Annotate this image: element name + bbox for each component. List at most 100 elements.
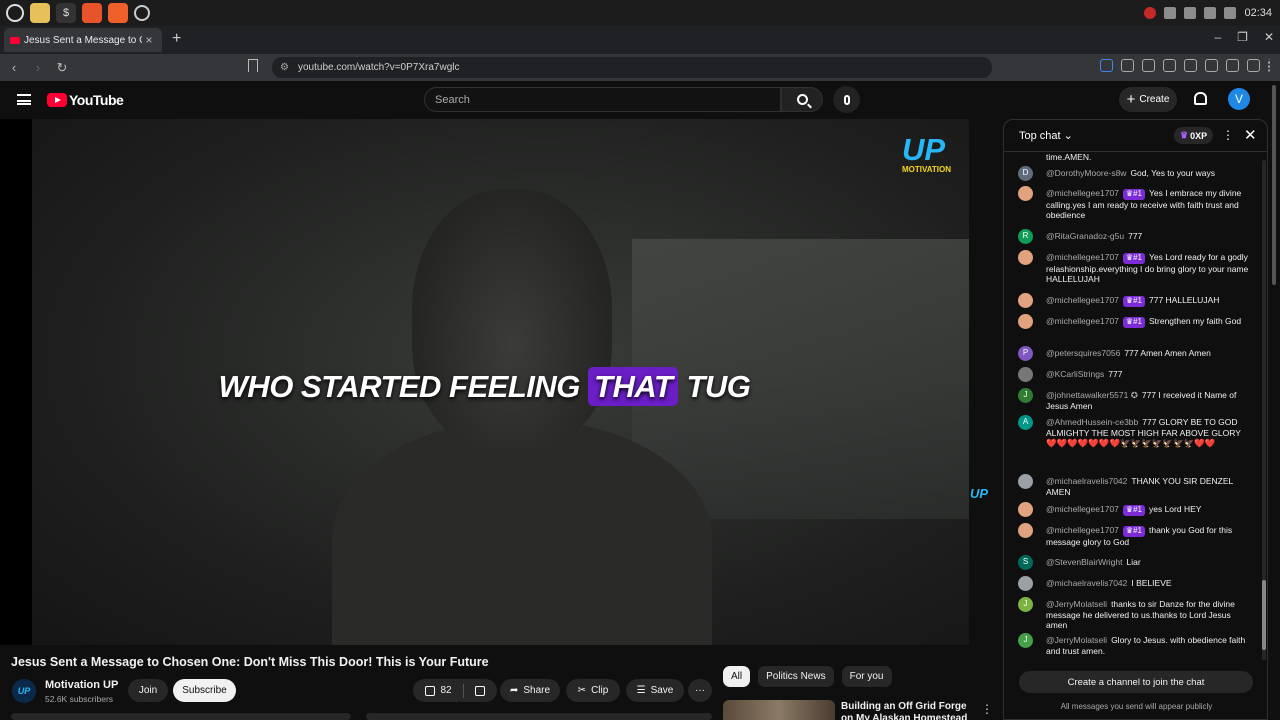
chat-author-name[interactable]: @michaelravelis7042 bbox=[1046, 578, 1127, 588]
chat-menu-icon[interactable]: ⋮ bbox=[1222, 128, 1234, 142]
reload-icon[interactable]: ↻ bbox=[52, 60, 72, 76]
chat-author-name[interactable]: @AhmedHussein-ce3bb bbox=[1046, 417, 1138, 427]
firefox-icon[interactable] bbox=[82, 3, 102, 23]
recommended-video[interactable]: Building an Off Grid Forge on My Alaskan… bbox=[723, 700, 993, 720]
site-info-icon[interactable]: ⚙ bbox=[280, 62, 292, 73]
extension-icon[interactable] bbox=[1121, 59, 1134, 72]
bookmark-icon[interactable] bbox=[248, 59, 258, 72]
top-chat-selector[interactable]: Top chat ⌄ bbox=[1019, 129, 1073, 142]
wallet-icon[interactable] bbox=[1226, 59, 1239, 72]
tray-volume-icon[interactable] bbox=[1204, 7, 1217, 19]
terminal-icon[interactable]: $ bbox=[56, 3, 76, 23]
extension-icon[interactable] bbox=[1100, 59, 1113, 72]
points-badge[interactable]: ♛ 0XP bbox=[1174, 127, 1214, 144]
mint-menu-icon[interactable] bbox=[6, 4, 24, 22]
music-icon[interactable] bbox=[1184, 59, 1197, 72]
chat-author-avatar[interactable] bbox=[1018, 367, 1033, 382]
branding-watermark[interactable]: UP bbox=[970, 486, 988, 501]
chip-for-you[interactable]: For you bbox=[841, 666, 892, 687]
chat-author-name[interactable]: @michellegee1707 bbox=[1046, 295, 1119, 305]
chat-author-name[interactable]: @JerryMolatseli bbox=[1046, 635, 1107, 645]
page-scrollbar[interactable] bbox=[1272, 85, 1276, 285]
brave-icon[interactable] bbox=[108, 3, 128, 23]
subscribe-button[interactable]: Subscribe bbox=[173, 679, 236, 702]
minimize-button[interactable]: – bbox=[1214, 30, 1221, 44]
chip-all[interactable]: All bbox=[723, 666, 751, 687]
chat-author-avatar[interactable] bbox=[1018, 576, 1033, 591]
browser-tab[interactable]: Jesus Sent a Message to C × bbox=[4, 28, 162, 52]
channel-name[interactable]: Motivation UP bbox=[45, 679, 118, 691]
recommended-title[interactable]: Building an Off Grid Forge on My Alaskan… bbox=[841, 701, 971, 720]
chat-author-avatar[interactable]: P bbox=[1018, 346, 1033, 361]
account-avatar[interactable]: V bbox=[1228, 88, 1250, 110]
chat-author-name[interactable]: @johnettawalker5571 ✪ bbox=[1046, 390, 1138, 400]
recommended-more-icon[interactable]: ⋮ bbox=[981, 702, 993, 716]
chat-author-avatar[interactable]: J bbox=[1018, 633, 1033, 648]
tray-shield-icon[interactable] bbox=[1164, 7, 1177, 19]
create-channel-button[interactable]: Create a channel to join the chat bbox=[1019, 671, 1253, 693]
like-icon[interactable] bbox=[425, 685, 436, 696]
chat-author-name[interactable]: @michellegee1707 bbox=[1046, 504, 1119, 514]
clock[interactable]: 02:34 bbox=[1244, 7, 1272, 19]
back-icon[interactable]: ‹ bbox=[4, 60, 24, 75]
extension-icon[interactable] bbox=[1142, 59, 1155, 72]
extension-icon[interactable] bbox=[1163, 59, 1176, 72]
chat-author-name[interactable]: @michellegee1707 bbox=[1046, 316, 1119, 326]
chat-author-avatar[interactable] bbox=[1018, 250, 1033, 265]
maximize-button[interactable]: ❐ bbox=[1237, 30, 1248, 44]
chat-author-name[interactable]: @DorothyMoore-s8w bbox=[1046, 168, 1126, 178]
sidebar-icon[interactable] bbox=[1205, 59, 1218, 72]
chat-author-avatar[interactable]: R bbox=[1018, 229, 1033, 244]
chat-author-name[interactable]: @StevenBlairWright bbox=[1046, 557, 1123, 567]
chat-author-name[interactable]: @RitaGranadoz-g5u bbox=[1046, 231, 1124, 241]
leo-icon[interactable] bbox=[1247, 59, 1260, 72]
clip-button[interactable]: ✂ Clip bbox=[566, 679, 620, 702]
search-button[interactable] bbox=[781, 87, 823, 112]
share-button[interactable]: ➦ Share bbox=[500, 679, 560, 702]
like-count[interactable]: 82 bbox=[440, 685, 451, 696]
tray-update-icon[interactable] bbox=[1144, 7, 1157, 19]
chat-author-avatar[interactable] bbox=[1018, 474, 1033, 489]
chat-author-avatar[interactable] bbox=[1018, 314, 1033, 329]
browser-menu-icon[interactable] bbox=[1268, 59, 1272, 72]
chat-author-name[interactable]: @michellegee1707 bbox=[1046, 188, 1119, 198]
chat-author-name[interactable]: @michellegee1707 bbox=[1046, 252, 1119, 262]
tab-close-icon[interactable]: × bbox=[142, 33, 156, 47]
notifications-bell-icon[interactable] bbox=[1194, 92, 1207, 105]
chat-close-icon[interactable]: ✕ bbox=[1244, 126, 1257, 144]
chat-author-name[interactable]: @michaelravelis7042 bbox=[1046, 476, 1127, 486]
chat-author-avatar[interactable] bbox=[1018, 186, 1033, 201]
chat-author-name[interactable]: @petersquires7056 bbox=[1046, 348, 1120, 358]
chat-author-name[interactable]: @KCarliStrings bbox=[1046, 369, 1104, 379]
chat-author-name[interactable]: @JerryMolatseli bbox=[1046, 599, 1107, 609]
channel-avatar[interactable]: UP bbox=[12, 679, 36, 703]
guide-menu-icon[interactable] bbox=[17, 94, 31, 105]
new-tab-button[interactable]: + bbox=[172, 30, 181, 48]
youtube-logo[interactable]: YouTube bbox=[47, 92, 124, 108]
search-input[interactable]: Search bbox=[424, 87, 781, 112]
more-actions-button[interactable]: ··· bbox=[688, 679, 712, 702]
forward-icon[interactable]: › bbox=[28, 60, 48, 75]
url-field[interactable]: ⚙ youtube.com/watch?v=0P7Xra7wglc bbox=[272, 57, 992, 78]
chat-author-avatar[interactable]: A bbox=[1018, 415, 1033, 430]
video-player[interactable]: WHO STARTED FEELING THAT TUG UP MOTIVATI… bbox=[0, 119, 969, 645]
window-close-button[interactable]: ✕ bbox=[1264, 30, 1274, 44]
recommended-thumbnail[interactable] bbox=[723, 700, 835, 720]
save-button[interactable]: ☰ Save bbox=[626, 679, 684, 702]
chat-author-avatar[interactable] bbox=[1018, 523, 1033, 538]
chat-author-avatar[interactable]: J bbox=[1018, 388, 1033, 403]
dislike-icon[interactable] bbox=[474, 685, 485, 696]
create-button[interactable]: + Create bbox=[1119, 87, 1177, 112]
chat-author-avatar[interactable] bbox=[1018, 293, 1033, 308]
join-button[interactable]: Join bbox=[128, 679, 168, 702]
chat-author-avatar[interactable]: J bbox=[1018, 597, 1033, 612]
chat-author-name[interactable]: @michellegee1707 bbox=[1046, 525, 1119, 535]
chat-author-avatar[interactable] bbox=[1018, 502, 1033, 517]
files-icon[interactable] bbox=[30, 3, 50, 23]
chat-author-avatar[interactable]: S bbox=[1018, 555, 1033, 570]
app-icon[interactable] bbox=[134, 5, 150, 21]
chat-scrollbar-thumb[interactable] bbox=[1262, 580, 1266, 650]
tray-network-icon[interactable] bbox=[1184, 7, 1197, 19]
chip-politics-news[interactable]: Politics News bbox=[758, 666, 834, 687]
chat-author-avatar[interactable]: D bbox=[1018, 166, 1033, 181]
